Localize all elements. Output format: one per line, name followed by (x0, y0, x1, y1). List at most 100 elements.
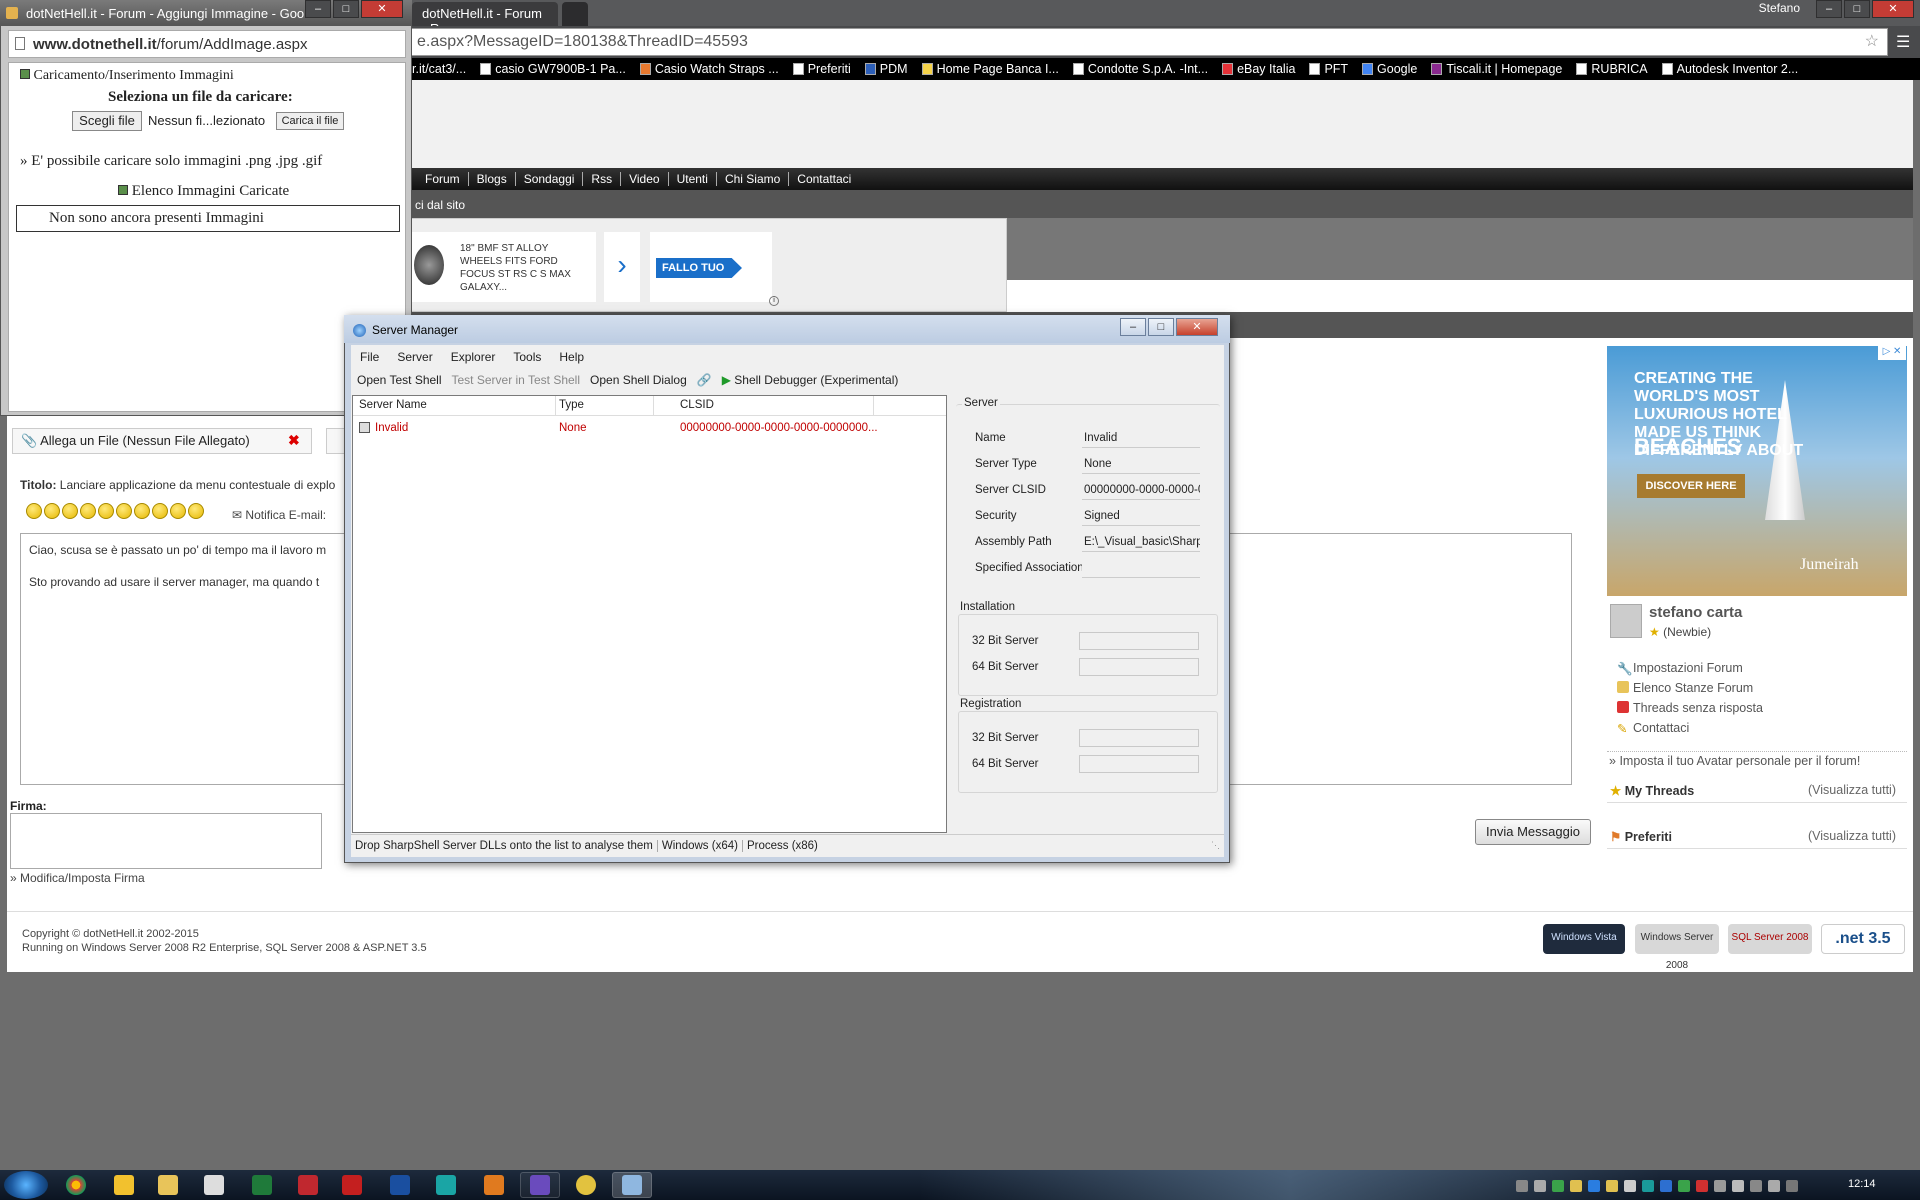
install-32-field[interactable] (1079, 632, 1199, 650)
open-test-shell-button[interactable]: Open Test Shell (351, 370, 447, 390)
prop-assembly-value[interactable]: E:\_Visual_basic\Sharp' (1082, 534, 1200, 552)
app-icon[interactable] (114, 1175, 134, 1195)
bookmark-item[interactable]: eBay Italia (1222, 62, 1295, 76)
menu-server[interactable]: Server (388, 347, 441, 367)
tray-icon[interactable] (1696, 1180, 1708, 1192)
view-all-threads-link[interactable]: (Visualizza tutti) (1808, 783, 1896, 797)
smiley-icon[interactable] (152, 503, 168, 519)
tray-icon[interactable] (1606, 1180, 1618, 1192)
filezilla-icon[interactable] (298, 1175, 318, 1195)
server-manager-icon[interactable] (622, 1175, 642, 1195)
close-icon[interactable]: ✕ (361, 0, 403, 18)
nav-sondaggi[interactable]: Sondaggi (516, 172, 584, 186)
install-64-field[interactable] (1079, 658, 1199, 676)
menu-tools[interactable]: Tools (504, 347, 550, 367)
smiley-icon[interactable] (98, 503, 114, 519)
inventor-icon[interactable] (484, 1175, 504, 1195)
profile-name[interactable]: Stefano (1759, 1, 1800, 15)
menu-help[interactable]: Help (550, 347, 593, 367)
prop-type-value[interactable]: None (1082, 456, 1200, 474)
tab-forum[interactable]: dotNetHell.it - Forum - R (412, 2, 558, 36)
remove-attachment-icon[interactable]: ✖ (288, 432, 300, 449)
visual-studio-icon[interactable] (530, 1175, 550, 1195)
tray-icon[interactable] (1732, 1180, 1744, 1192)
open-shell-dialog-button[interactable]: Open Shell Dialog (585, 370, 692, 390)
document-icon[interactable] (204, 1175, 224, 1195)
link-threads-senza-risposta[interactable]: Threads senza risposta (1617, 701, 1763, 715)
user-name[interactable]: stefano carta (1649, 604, 1742, 621)
tray-icon[interactable] (1714, 1180, 1726, 1192)
tray-icon[interactable] (1534, 1180, 1546, 1192)
minimize-icon[interactable]: – (1120, 318, 1146, 336)
smiley-icon[interactable] (44, 503, 60, 519)
register-32-field[interactable] (1079, 729, 1199, 747)
ad-close-icon[interactable]: ▷ ✕ (1878, 346, 1906, 360)
preferiti-heading[interactable]: ⚑ Preferiti (1610, 829, 1672, 844)
nav-forum[interactable]: Forum (417, 172, 469, 186)
tray-icon[interactable] (1570, 1180, 1582, 1192)
bookmark-item[interactable]: PFT (1309, 62, 1348, 76)
address-bar[interactable]: e.aspx?MessageID=180138&ThreadID=45593 ☆ (410, 28, 1888, 56)
attach-icon[interactable]: 🔗 (692, 370, 717, 390)
r-icon[interactable] (390, 1175, 410, 1195)
discover-button[interactable]: DISCOVER HERE (1637, 474, 1745, 498)
start-button[interactable] (4, 1171, 48, 1199)
prop-associations-value[interactable] (1082, 560, 1200, 578)
prop-security-value[interactable]: Signed (1082, 508, 1200, 526)
attach-file-box[interactable]: 📎 Allega un File (Nessun File Allegato) (12, 428, 312, 454)
link-contattaci[interactable]: ✎ Contattaci (1617, 721, 1689, 736)
shell-debugger-button[interactable]: ▶ Shell Debugger (Experimental) (717, 370, 904, 390)
column-server-name[interactable]: Server Name (359, 399, 427, 411)
nav-rss[interactable]: Rss (583, 172, 622, 186)
choose-file-button[interactable]: Scegli file (72, 111, 142, 131)
tray-icon[interactable] (1516, 1180, 1528, 1192)
menu-file[interactable]: File (351, 347, 388, 367)
popup-url-bar[interactable]: www.dotnethell.it/forum/AddImage.aspx (8, 30, 406, 58)
server-list[interactable] (352, 395, 947, 833)
bookmark-item[interactable]: Home Page Banca I... (921, 62, 1059, 76)
ad-cta-button[interactable]: FALLO TUO (656, 258, 742, 278)
tray-icon[interactable] (1750, 1180, 1762, 1192)
smiley-icon[interactable] (188, 503, 204, 519)
minimize-icon[interactable]: – (1816, 0, 1842, 18)
resize-grip-icon[interactable]: ⋱ (1211, 840, 1220, 851)
tray-icon[interactable] (1678, 1180, 1690, 1192)
bookmark-item[interactable]: Preferiti (792, 62, 851, 76)
menu-explorer[interactable]: Explorer (442, 347, 505, 367)
bookmark-item[interactable]: Casio Watch Straps ... (639, 62, 779, 76)
prop-name-value[interactable]: Invalid (1082, 430, 1200, 448)
acrobat-icon[interactable] (342, 1175, 362, 1195)
smiley-icon[interactable] (116, 503, 132, 519)
smiley-icon[interactable] (80, 503, 96, 519)
search-icon[interactable] (576, 1175, 596, 1195)
tray-icon[interactable] (1768, 1180, 1780, 1192)
bookmark-item[interactable]: Condotte S.p.A. -Int... (1072, 62, 1208, 76)
bookmark-item[interactable]: r.it/cat3/... (412, 62, 466, 76)
nav-contattaci[interactable]: Contattaci (789, 172, 859, 186)
view-all-preferiti-link[interactable]: (Visualizza tutti) (1808, 829, 1896, 843)
close-icon[interactable]: ✕ (1872, 0, 1914, 18)
nav-video[interactable]: Video (621, 172, 669, 186)
restore-icon[interactable]: □ (1844, 0, 1870, 18)
firma-link[interactable]: » Modifica/Imposta Firma (10, 871, 145, 885)
nav-chi-siamo[interactable]: Chi Siamo (717, 172, 790, 186)
avatar-link[interactable]: » Imposta il tuo Avatar personale per il… (1609, 754, 1860, 768)
tray-icon[interactable] (1660, 1180, 1672, 1192)
tray-icon[interactable] (1552, 1180, 1564, 1192)
avatar[interactable] (1610, 604, 1642, 638)
tray-icon[interactable] (1624, 1180, 1636, 1192)
clock[interactable]: 12:14 (1848, 1178, 1876, 1190)
title-input[interactable]: Lanciare applicazione da menu contestual… (60, 478, 336, 492)
bookmark-item[interactable]: PDM (864, 62, 908, 76)
bookmark-item[interactable]: Google (1362, 62, 1417, 76)
nav-utenti[interactable]: Utenti (669, 172, 717, 186)
firma-field[interactable] (10, 813, 322, 869)
restore-icon[interactable]: □ (333, 0, 359, 18)
prop-clsid-value[interactable]: 00000000-0000-0000-00 (1082, 482, 1200, 500)
chevron-right-icon[interactable]: › (604, 232, 640, 302)
notify-email[interactable]: ✉ Notifica E-mail: (232, 508, 326, 522)
excel-icon[interactable] (252, 1175, 272, 1195)
explorer-icon[interactable] (158, 1175, 178, 1195)
info-icon[interactable]: i (769, 296, 779, 306)
bookmark-item[interactable]: Autodesk Inventor 2... (1661, 62, 1798, 76)
